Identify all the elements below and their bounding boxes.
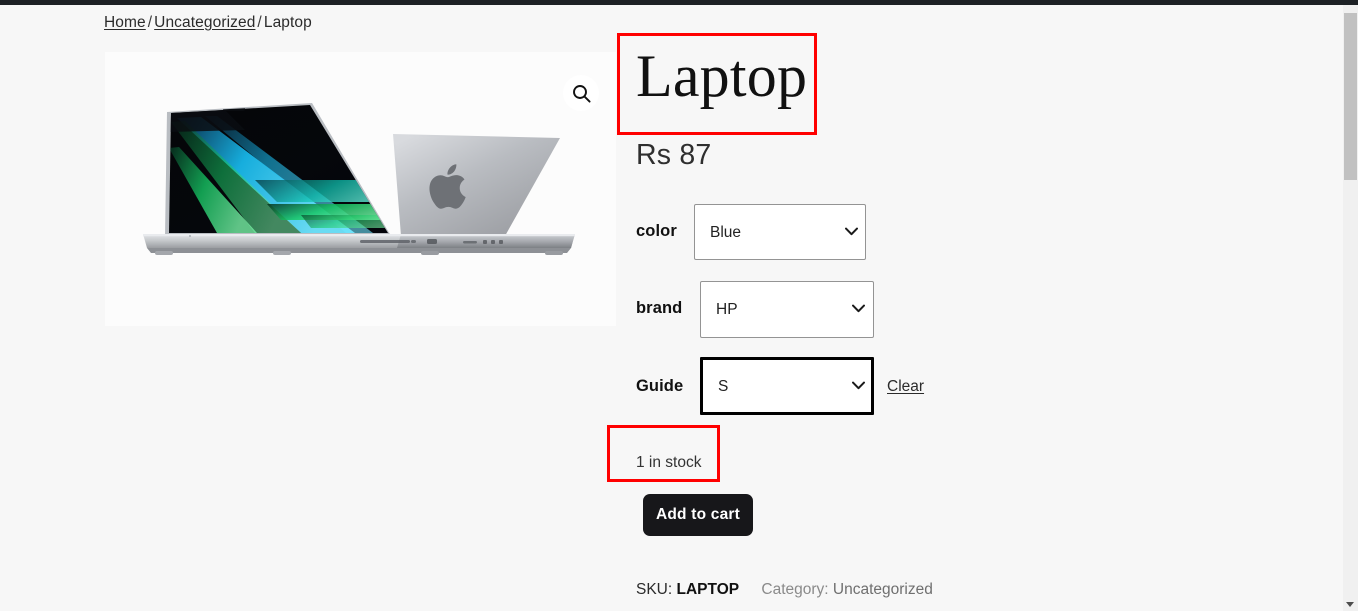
sku-value: LAPTOP <box>676 581 740 598</box>
variation-label-guide: Guide <box>636 377 684 395</box>
breadcrumb-separator-2: / <box>257 14 262 31</box>
product-image[interactable] <box>105 52 616 326</box>
breadcrumb: Home / Uncategorized / Laptop <box>104 14 312 32</box>
variation-select-color[interactable]: Blue <box>694 204 866 260</box>
product-price: Rs 87 <box>636 139 712 171</box>
add-to-cart-button[interactable]: Add to cart <box>643 494 753 536</box>
triangle-down-icon[interactable] <box>1346 602 1354 607</box>
product-page: Home / Uncategorized / Laptop Laptop Rs … <box>0 5 1343 611</box>
variation-label-brand: brand <box>636 299 683 317</box>
variation-select-guide[interactable]: S <box>700 357 874 415</box>
breadcrumb-link-category[interactable]: Uncategorized <box>154 14 255 31</box>
vertical-scrollbar[interactable] <box>1343 5 1358 611</box>
variation-label-color: color <box>636 222 677 240</box>
stock-status: 1 in stock <box>636 454 702 471</box>
category-value: Uncategorized <box>832 581 933 598</box>
browser-window: Home / Uncategorized / Laptop Laptop Rs … <box>0 0 1358 611</box>
category-block: Category: Uncategorized <box>761 581 932 598</box>
product-gallery[interactable] <box>105 52 616 326</box>
clear-variations-link[interactable]: Clear <box>887 378 924 396</box>
sku-label: SKU: <box>636 581 673 598</box>
variation-select-brand[interactable]: HP <box>700 281 874 338</box>
breadcrumb-separator-1: / <box>147 14 153 31</box>
zoom-image-button[interactable] <box>563 75 599 111</box>
breadcrumb-current: Laptop <box>263 14 312 31</box>
breadcrumb-link-home[interactable]: Home <box>104 14 146 31</box>
page-title: Laptop <box>636 43 808 109</box>
product-meta: SKU: LAPTOP Category: Uncategorized <box>636 581 933 599</box>
magnifier-icon <box>572 84 591 103</box>
scrollbar-thumb[interactable] <box>1344 13 1357 180</box>
category-label: Category: <box>761 581 829 598</box>
